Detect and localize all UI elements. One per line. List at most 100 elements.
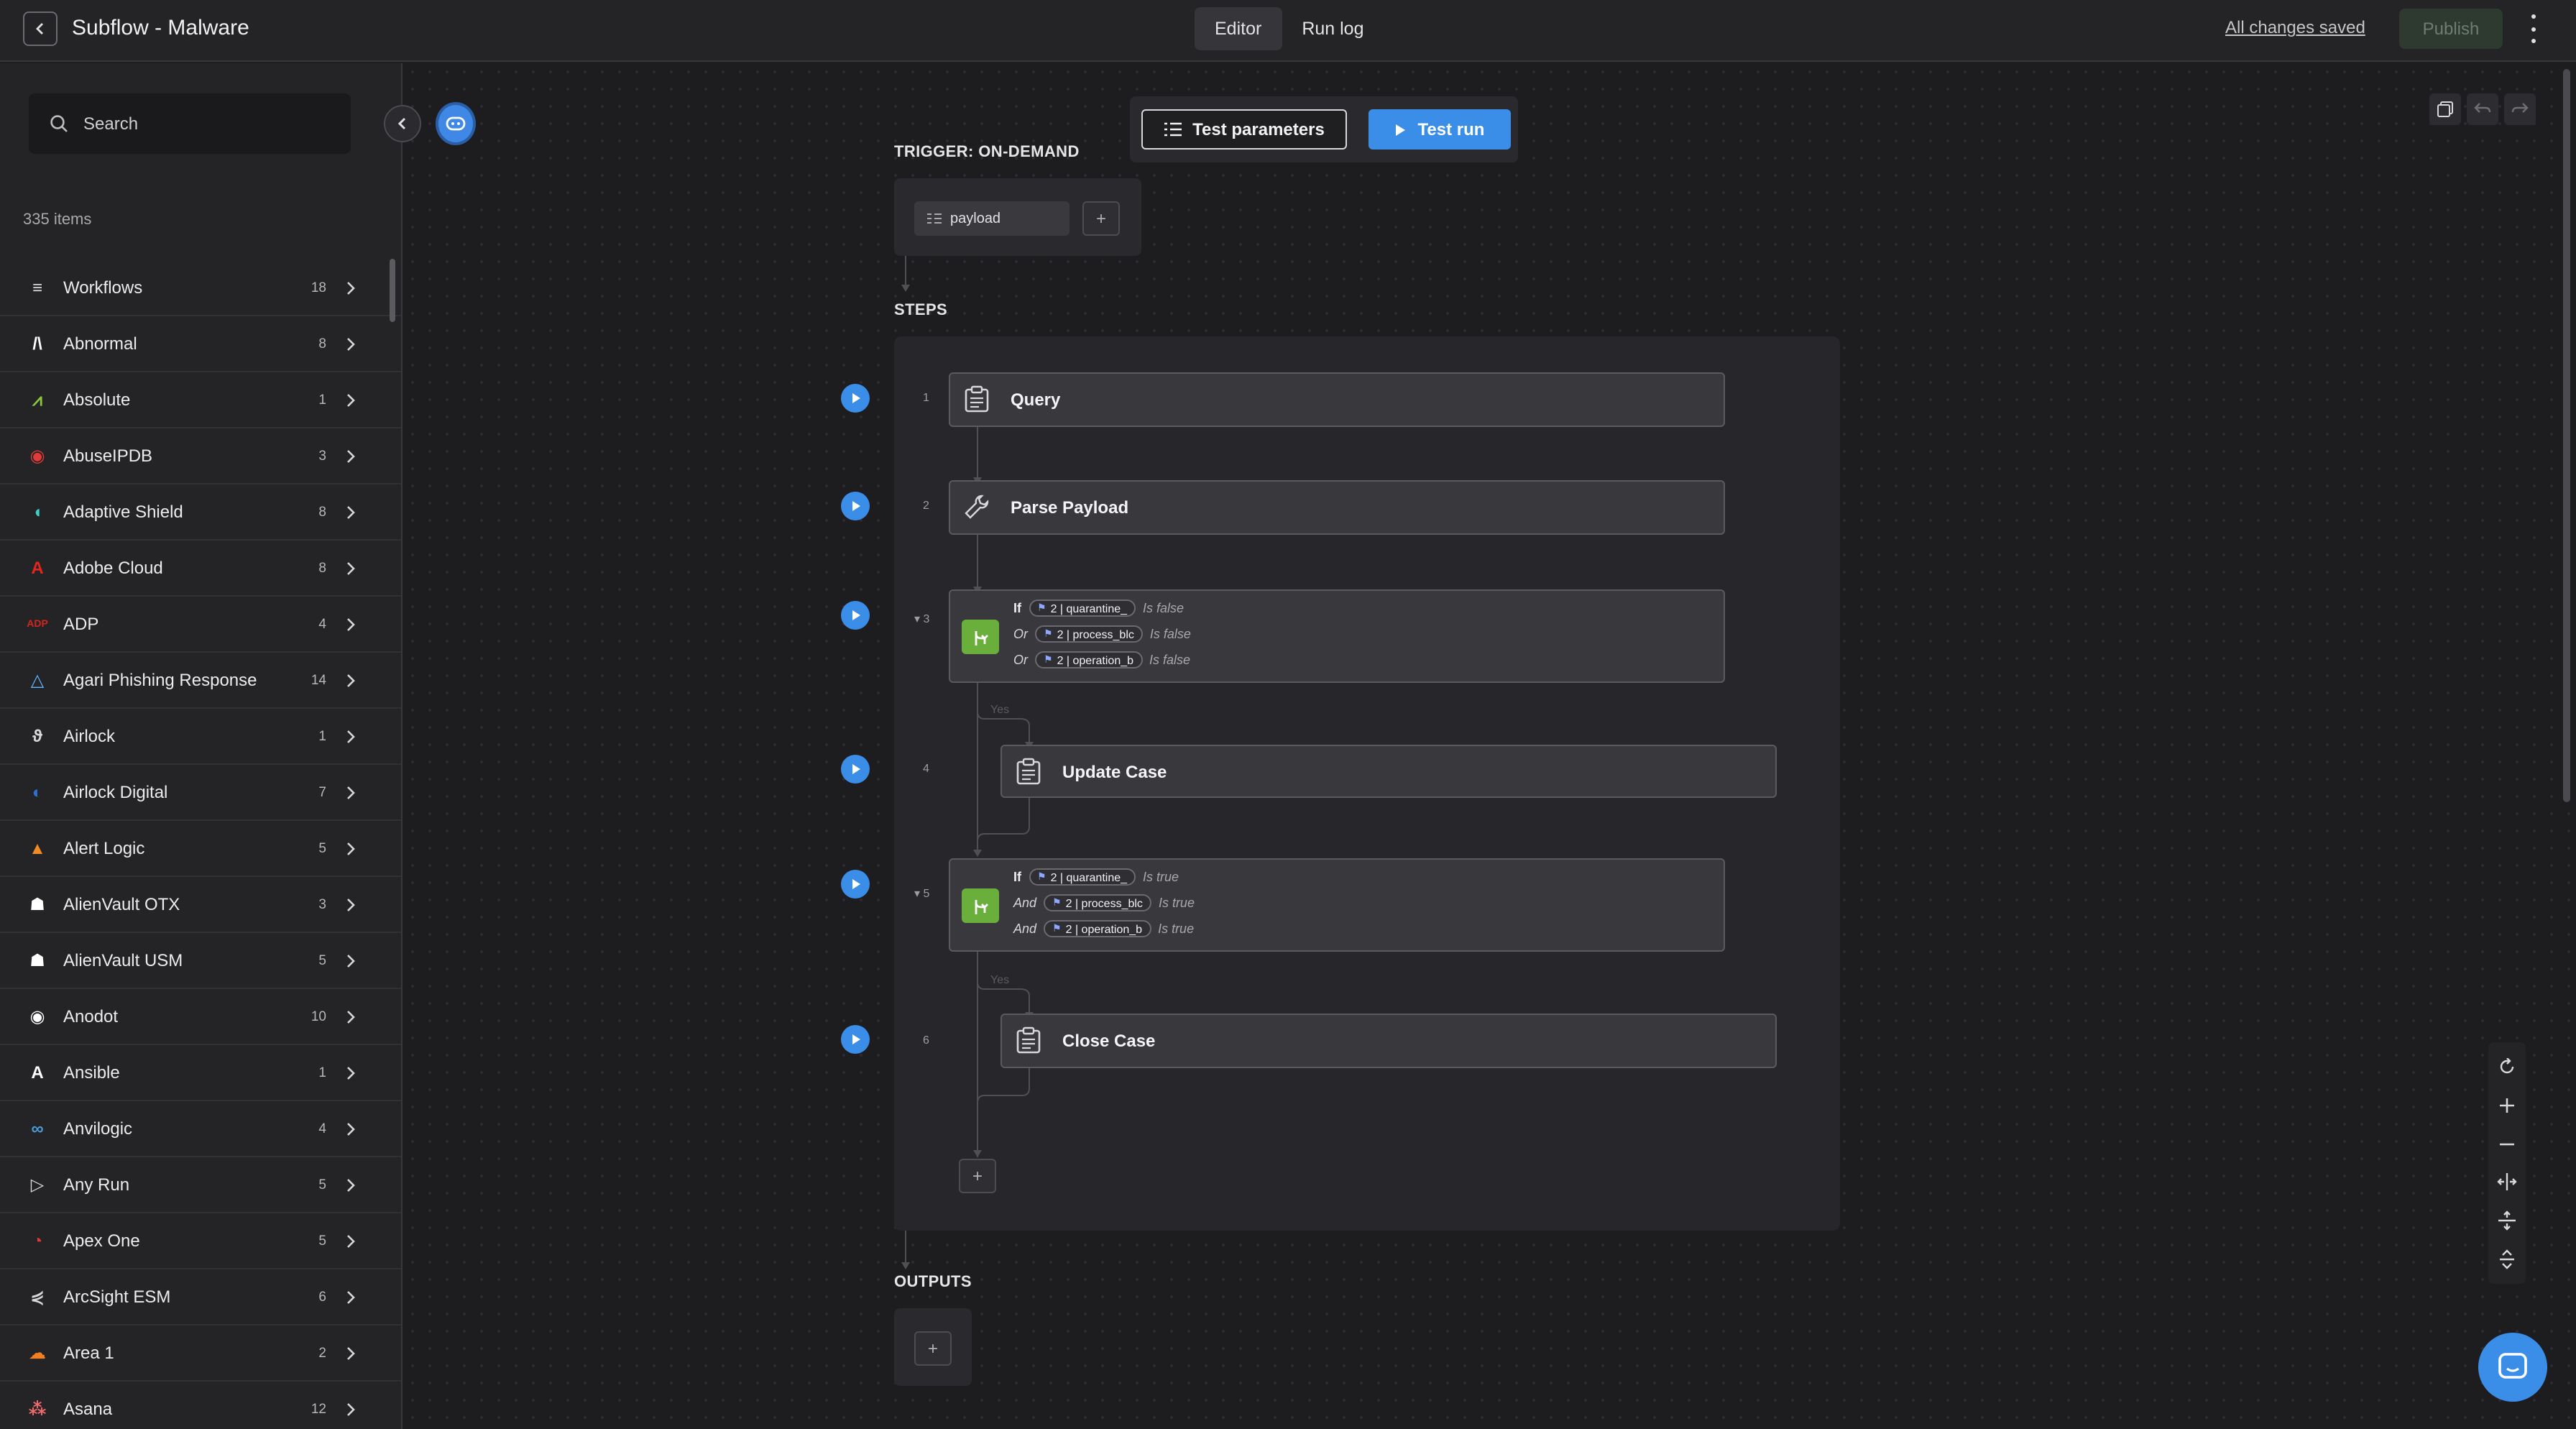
- sidebar-item[interactable]: ☗ AlienVault USM 5: [0, 933, 401, 989]
- sidebar-item-label: AlienVault USM: [63, 950, 183, 970]
- support-chat-button[interactable]: [2478, 1333, 2547, 1402]
- test-run-button[interactable]: Test run: [1368, 109, 1511, 150]
- step-card[interactable]: Close Case: [1000, 1014, 1777, 1068]
- sidebar-item-label: Absolute: [63, 390, 131, 410]
- zoom-in-icon[interactable]: [2494, 1093, 2520, 1118]
- tab-editor[interactable]: Editor: [1195, 7, 1282, 50]
- sidebar-item[interactable]: ⁂ Asana 12: [0, 1382, 401, 1429]
- sidebar-item[interactable]: ADP ADP 4: [0, 597, 401, 653]
- sidebar-item[interactable]: ◉ Anodot 10: [0, 989, 401, 1045]
- sidebar-item-label: AbuseIPDB: [63, 446, 153, 466]
- reset-view-icon[interactable]: [2494, 1054, 2520, 1080]
- step-card[interactable]: Query: [949, 372, 1725, 427]
- test-parameters-button[interactable]: Test parameters: [1141, 109, 1347, 150]
- sidebar-item[interactable]: ▷ Any Run 5: [0, 1157, 401, 1213]
- branch-yes-label: Yes: [990, 703, 1010, 716]
- redo-button[interactable]: [2504, 93, 2536, 125]
- variable-pill[interactable]: ⚑ 2 | quarantine_: [1029, 599, 1136, 617]
- fit-width-icon[interactable]: [2494, 1170, 2520, 1195]
- chevron-right-icon[interactable]: [346, 786, 361, 799]
- expand-collapse-icon[interactable]: [2494, 1246, 2520, 1272]
- wrench-icon: [962, 492, 993, 523]
- save-status-link[interactable]: All changes saved: [2225, 17, 2365, 37]
- chevron-right-icon[interactable]: [346, 449, 361, 462]
- chevron-right-icon[interactable]: [346, 842, 361, 855]
- sidebar-item-label: Any Run: [63, 1175, 130, 1195]
- assistant-bot-button[interactable]: [436, 102, 476, 145]
- chevron-right-icon[interactable]: [346, 1402, 361, 1415]
- trigger-label: TRIGGER: ON-DEMAND: [894, 144, 1080, 161]
- sidebar-item[interactable]: ⋞ ArcSight ESM 6: [0, 1269, 401, 1325]
- condition-step-card[interactable]: If ⚑ 2 | quarantine_ Is false Or ⚑ 2 | process…: [949, 589, 1725, 683]
- chevron-right-icon[interactable]: [346, 281, 361, 294]
- chevron-right-icon[interactable]: [346, 561, 361, 574]
- condition-state: Is false: [1143, 601, 1184, 615]
- chevron-right-icon[interactable]: [346, 1234, 361, 1247]
- run-step-button[interactable]: [841, 870, 870, 899]
- fit-height-icon[interactable]: [2494, 1208, 2520, 1233]
- run-step-button[interactable]: [841, 601, 870, 630]
- sidebar-item[interactable]: ◐ Airlock Digital 7: [0, 765, 401, 821]
- sidebar-item[interactable]: ▲ Alert Logic 5: [0, 821, 401, 877]
- step-card[interactable]: Update Case: [1000, 745, 1777, 798]
- sidebar-item[interactable]: △ Agari Phishing Response 14: [0, 653, 401, 709]
- run-step-button[interactable]: [841, 755, 870, 784]
- copy-button[interactable]: [2429, 93, 2461, 125]
- variable-ref: 2 | operation_b: [1057, 653, 1134, 666]
- chevron-right-icon[interactable]: [346, 1346, 361, 1359]
- sidebar-item[interactable]: A Ansible 1: [0, 1045, 401, 1101]
- sidebar-item-label: Anvilogic: [63, 1118, 133, 1139]
- variable-pill[interactable]: ⚑ 2 | quarantine_: [1029, 868, 1136, 886]
- run-step-button[interactable]: [841, 1025, 870, 1054]
- chevron-right-icon[interactable]: [346, 1066, 361, 1079]
- chevron-right-icon[interactable]: [346, 674, 361, 686]
- add-parameter-button[interactable]: +: [1082, 201, 1120, 236]
- zoom-out-icon[interactable]: [2494, 1131, 2520, 1157]
- collapse-sidebar-button[interactable]: [384, 105, 421, 142]
- variable-pill[interactable]: ⚑ 2 | operation_b: [1035, 651, 1143, 668]
- chevron-right-icon[interactable]: [346, 1290, 361, 1303]
- sidebar-item[interactable]: A Adobe Cloud 8: [0, 541, 401, 597]
- step-number[interactable]: ▾ 3: [914, 612, 929, 625]
- chevron-right-icon[interactable]: [346, 1122, 361, 1135]
- sidebar-item[interactable]: ϑ Airlock 1: [0, 709, 401, 765]
- sidebar-item[interactable]: ∞ Anvilogic 4: [0, 1101, 401, 1157]
- variable-pill[interactable]: ⚑ 2 | process_blc: [1035, 625, 1143, 643]
- sidebar-item[interactable]: ⩘ Absolute 1: [0, 372, 401, 428]
- sidebar-item[interactable]: ≡ Workflows 18: [0, 260, 401, 316]
- condition-step-card[interactable]: If ⚑ 2 | quarantine_ Is true And ⚑ 2 | process…: [949, 858, 1725, 952]
- sidebar-item[interactable]: ☁ Area 1 2: [0, 1325, 401, 1382]
- back-button[interactable]: [23, 12, 58, 46]
- chevron-right-icon[interactable]: [346, 337, 361, 350]
- sidebar-item[interactable]: ◉ AbuseIPDB 3: [0, 428, 401, 484]
- chevron-right-icon[interactable]: [346, 617, 361, 630]
- step-number[interactable]: ▾ 5: [914, 887, 929, 900]
- canvas-scrollbar[interactable]: [2563, 69, 2570, 802]
- chevron-right-icon[interactable]: [346, 505, 361, 518]
- chevron-right-icon[interactable]: [346, 1178, 361, 1191]
- chevron-right-icon[interactable]: [346, 898, 361, 911]
- undo-button[interactable]: [2467, 93, 2498, 125]
- sidebar-item[interactable]: ☗ AlienVault OTX 3: [0, 877, 401, 933]
- run-step-button[interactable]: [841, 492, 870, 520]
- add-output-button[interactable]: +: [914, 1331, 952, 1366]
- search-input[interactable]: [83, 114, 328, 134]
- chevron-right-icon[interactable]: [346, 393, 361, 406]
- chevron-right-icon[interactable]: [346, 1010, 361, 1023]
- sidebar-scrollbar[interactable]: [390, 259, 395, 322]
- variable-pill[interactable]: ⚑ 2 | operation_b: [1044, 920, 1151, 937]
- tab-run-log[interactable]: Run log: [1282, 7, 1384, 50]
- sidebar-item[interactable]: ◔ Apex One 5: [0, 1213, 401, 1269]
- payload-parameter[interactable]: payload: [914, 201, 1070, 236]
- step-card[interactable]: Parse Payload: [949, 480, 1725, 535]
- sidebar-item[interactable]: /\ Abnormal 8: [0, 316, 401, 372]
- run-step-button[interactable]: [841, 384, 870, 413]
- publish-button[interactable]: Publish: [2399, 9, 2503, 49]
- search-box[interactable]: [29, 93, 351, 154]
- variable-pill[interactable]: ⚑ 2 | process_blc: [1044, 894, 1151, 911]
- sidebar-item[interactable]: ◖ Adaptive Shield 8: [0, 484, 401, 541]
- more-options-icon[interactable]: [2526, 14, 2540, 43]
- chevron-right-icon[interactable]: [346, 954, 361, 967]
- chevron-right-icon[interactable]: [346, 730, 361, 743]
- add-step-button[interactable]: +: [959, 1159, 996, 1193]
